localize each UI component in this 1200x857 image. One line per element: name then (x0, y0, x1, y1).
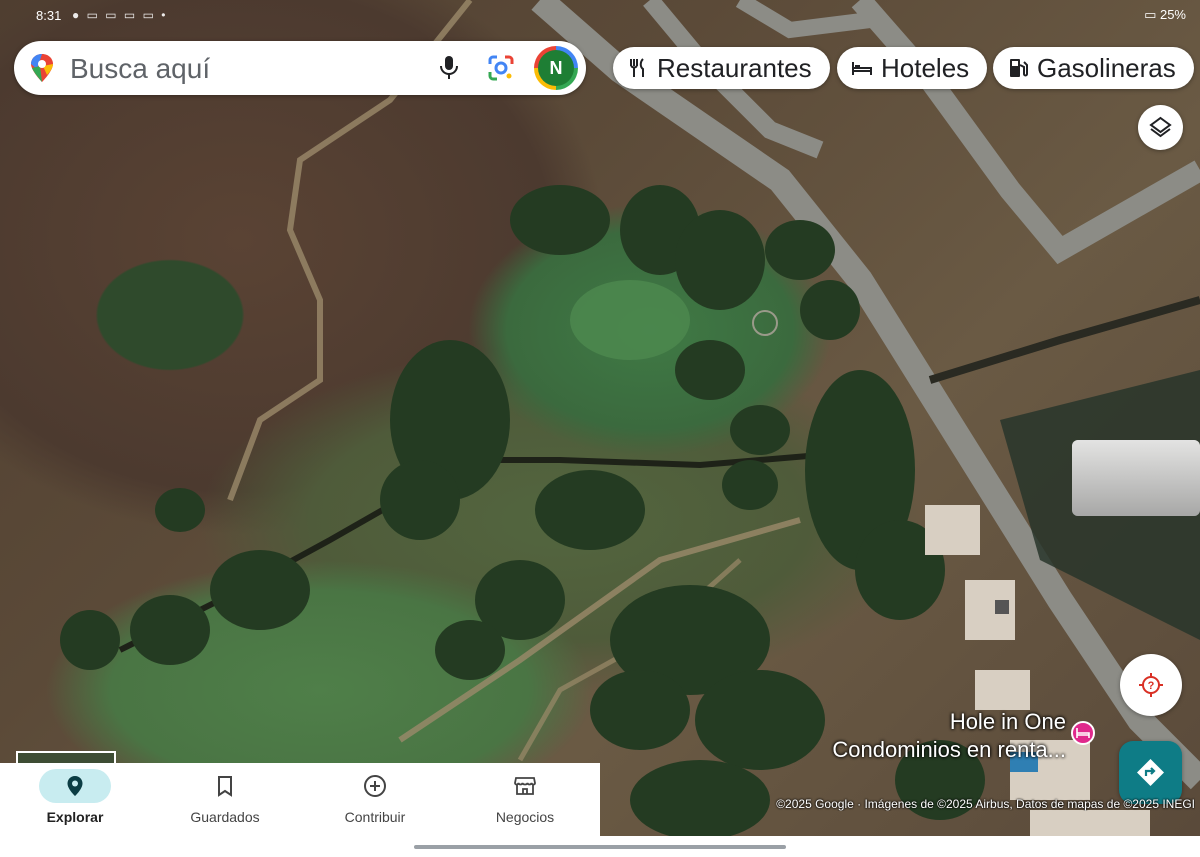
maps-pin-icon (31, 54, 53, 82)
nav-contribuir[interactable]: Contribuir (300, 763, 450, 836)
avatar[interactable]: N (534, 46, 578, 90)
chip-hoteles[interactable]: Hoteles (837, 47, 987, 89)
layers-button[interactable] (1138, 105, 1183, 150)
chip-label: Restaurantes (657, 52, 812, 83)
search-input[interactable]: Busca aquí (70, 53, 210, 85)
bed-icon (1076, 728, 1090, 738)
nav-negocios[interactable]: Negocios (450, 763, 600, 836)
chip-label: Hoteles (881, 52, 970, 83)
gas-pump-icon (1010, 59, 1028, 77)
location-pin-icon (67, 776, 83, 796)
location-unknown-icon: ? (1139, 673, 1163, 697)
bookmark-icon (218, 776, 232, 797)
lens-icon[interactable] (488, 55, 514, 81)
directions-button[interactable] (1119, 741, 1182, 804)
status-bar: 8:31 ● ▭ ▭ ▭ ▭ • ▭ 25% (0, 0, 1200, 34)
bottom-navigation: Explorar Guardados Contribuir Negocios (0, 763, 600, 836)
nav-active-pill (39, 769, 111, 803)
avatar-initial: N (538, 50, 574, 86)
fork-knife-icon (630, 58, 644, 77)
place-name-line2: Condominios en renta... (832, 737, 1066, 762)
battery-level: 25% (1159, 7, 1186, 22)
chip-restaurantes[interactable]: Restaurantes (613, 47, 830, 89)
place-label[interactable]: Hole in One Condominios en renta... (800, 708, 1066, 764)
bed-icon (852, 62, 872, 75)
svg-text:?: ? (1148, 680, 1155, 692)
status-time: 8:31 (36, 8, 62, 23)
nav-label: Negocios (495, 809, 555, 825)
search-bar[interactable]: Busca aquí N (14, 41, 586, 95)
directions-icon (1137, 759, 1164, 786)
gesture-area (0, 836, 1200, 857)
notification-icons: ● ▭ ▭ ▭ ▭ • (72, 8, 168, 22)
chip-label: Gasolineras (1037, 52, 1176, 83)
battery-indicator: ▭ 25% (1144, 7, 1186, 23)
nav-guardados[interactable]: Guardados (150, 763, 300, 836)
nav-label: Explorar (46, 809, 104, 825)
place-name-line1: Hole in One (949, 709, 1066, 734)
my-location-button[interactable]: ? (1120, 654, 1182, 716)
add-circle-icon (364, 775, 386, 797)
storefront-icon (514, 777, 536, 795)
gesture-handle[interactable] (414, 845, 786, 849)
map-attribution: ©2025 Google · Imágenes de ©2025 Airbus,… (776, 797, 1195, 811)
nav-label: Guardados (190, 809, 260, 825)
layers-icon (1149, 116, 1172, 138)
nav-label: Contribuir (344, 809, 406, 825)
battery-icon: ▭ (1144, 7, 1160, 22)
nav-explorar[interactable]: Explorar (0, 763, 150, 836)
hotel-marker[interactable] (1071, 721, 1095, 745)
mic-icon[interactable] (438, 55, 460, 81)
chip-gasolineras[interactable]: Gasolineras (993, 47, 1194, 89)
